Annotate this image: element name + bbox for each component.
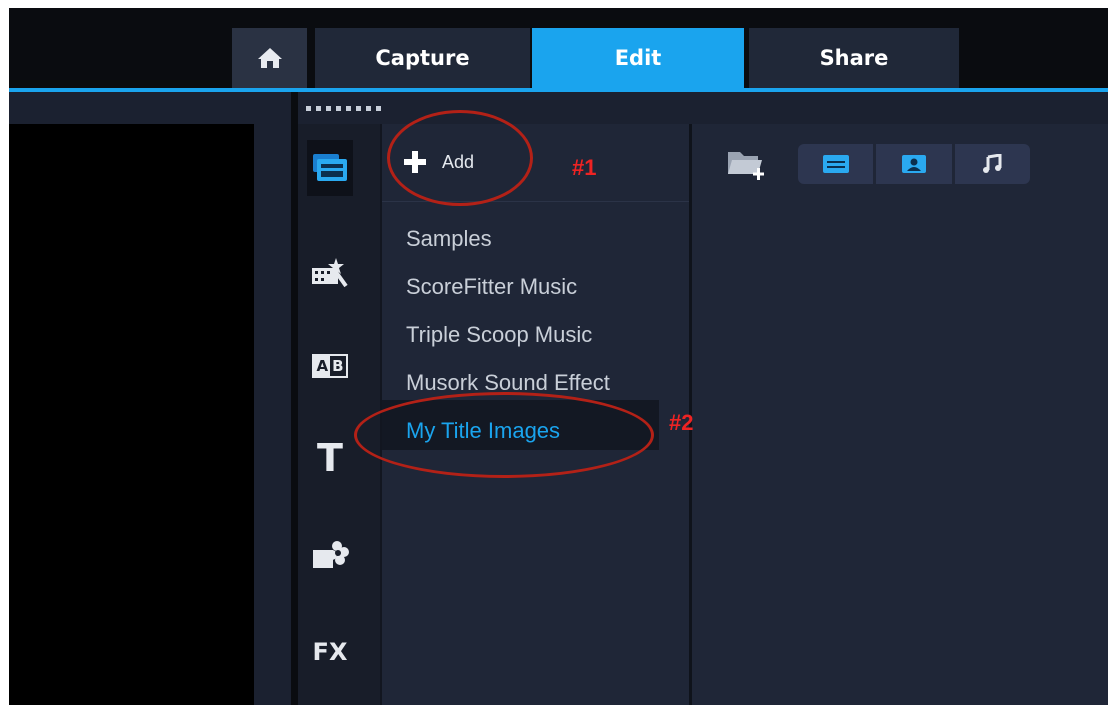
top-tab-bar: Capture Edit Share [9,8,1108,88]
library-icon-rail: A B T FX [298,124,380,705]
annotation-circle-2 [354,392,654,478]
import-media-folder-icon [728,152,764,180]
title-icon: T [317,436,343,480]
rail-filter-button[interactable]: FX [307,624,353,680]
annotation-circle-1 [387,110,533,206]
rail-instant-project-button[interactable] [307,244,353,300]
rail-transition-button[interactable]: A B [307,338,353,394]
import-media-button[interactable] [726,146,768,187]
transition-icon: A B [312,354,348,378]
preview-screen [9,124,254,705]
annotation-label-2: #2 [669,410,694,435]
player-panel [9,92,291,705]
rail-graphics-button[interactable] [307,528,353,584]
media-type-filter-group [798,144,1030,184]
media-library-icon [313,154,347,181]
annotation-label-1: #1 [572,155,597,180]
rail-media-button[interactable] [307,140,353,196]
home-icon [257,48,282,68]
show-audio-button[interactable] [954,144,1030,184]
instant-project-icon [312,258,348,288]
show-videos-icon [822,155,849,173]
video-editor-window: Capture Edit Share A B T FX Add Samples … [9,8,1108,705]
tab-home[interactable] [232,28,307,88]
library-item-scorefitter-music[interactable]: ScoreFitter Music [406,274,577,300]
rail-title-button[interactable]: T [307,430,353,486]
tab-capture[interactable]: Capture [315,28,530,88]
library-item-triple-scoop-music[interactable]: Triple Scoop Music [406,322,592,348]
tab-edit[interactable]: Edit [532,28,744,88]
show-videos-button[interactable] [798,144,874,184]
show-photos-icon [901,155,926,173]
library-item-samples[interactable]: Samples [406,226,492,252]
filter-icon: FX [312,638,348,666]
tab-share[interactable]: Share [749,28,959,88]
media-thumbnail-panel [692,124,1108,705]
graphics-icon [313,541,349,568]
panel-splitter[interactable] [291,92,298,705]
show-photos-button[interactable] [876,144,952,184]
show-audio-icon [983,154,1002,173]
drag-grip-handle[interactable] [306,106,388,112]
